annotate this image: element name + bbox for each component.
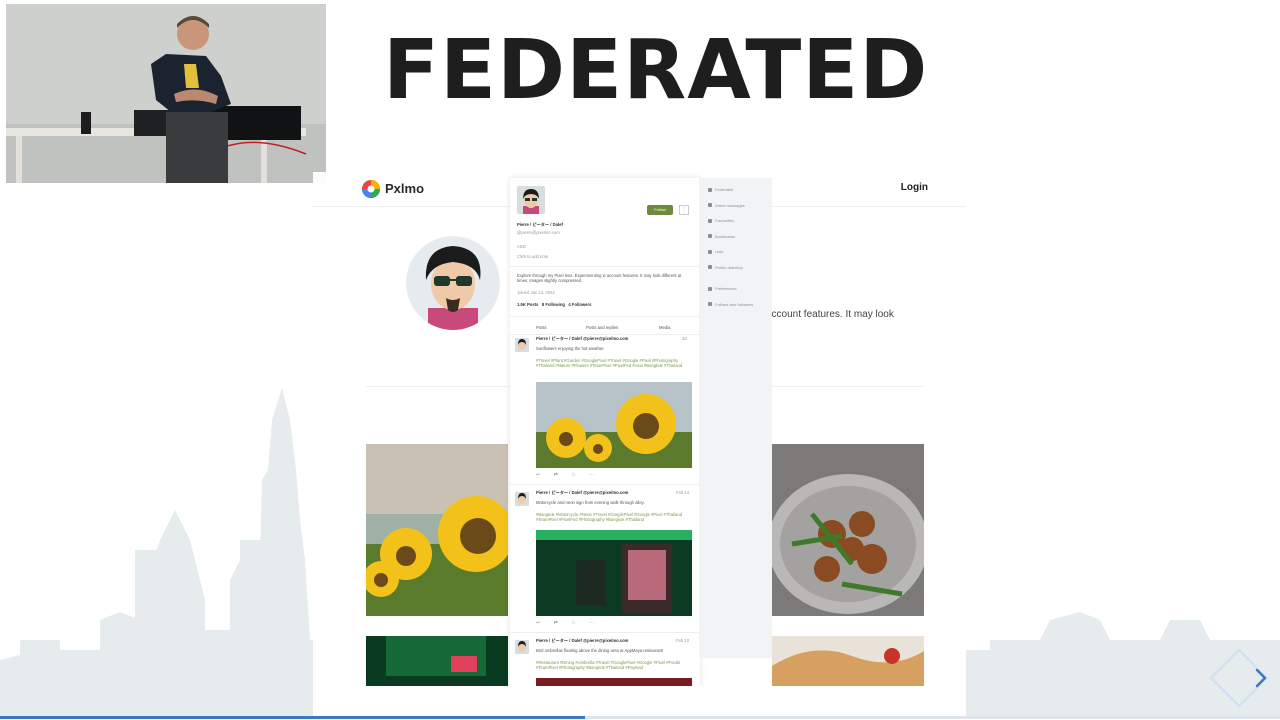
post-text: Sunflowers enjoying the hot weather. [536, 346, 605, 351]
post-time[interactable]: Feb 10 [676, 638, 689, 643]
post-text: Motorcycle and neon sign from evening wa… [536, 500, 645, 505]
app-name: Pxlmo [385, 181, 425, 196]
post-image-sunflower[interactable] [536, 382, 692, 468]
post-author-avatar[interactable] [515, 338, 529, 352]
post-image-neon-alley[interactable] [536, 530, 692, 616]
tab-media[interactable]: Media [659, 325, 670, 330]
mobile-profile-avatar [517, 186, 545, 214]
mobile-handle: @pierre@pixelmo.com [517, 230, 560, 235]
slide-title: FEDERATED [383, 23, 929, 118]
post-hashtags[interactable]: #Bangkok #Motorcycle #Neon #Travel #Goog… [536, 512, 694, 522]
mobile-divider [510, 316, 700, 317]
speaker-scene [6, 4, 326, 183]
at-icon [708, 203, 712, 208]
nav-federated[interactable]: Federated [699, 182, 772, 198]
profile-avatar [406, 236, 500, 330]
mobile-divider [510, 484, 700, 485]
post-time[interactable]: Feb 14 [676, 490, 689, 495]
login-link[interactable]: Login [901, 182, 928, 193]
nav-favourites[interactable]: Favourites [699, 213, 772, 229]
list-icon [708, 249, 712, 254]
nav-lists[interactable]: Lists [699, 244, 772, 260]
mobile-bio: Explore through my Pixel lens. Experimen… [517, 273, 682, 284]
mobile-display-name: Pierre / ピーター / Dalef [517, 222, 563, 227]
bookmark-icon [708, 234, 712, 239]
grid-photo-sunflowers[interactable] [366, 444, 508, 616]
post-image-umbrellas[interactable] [536, 678, 692, 686]
mobile-divider [510, 632, 700, 633]
nav-bookmarks[interactable]: Bookmarks [699, 229, 772, 245]
nav-direct-messages[interactable]: Direct messages [699, 198, 772, 214]
nav-preferences[interactable]: Preferences [699, 281, 772, 297]
post-author-avatar[interactable] [515, 492, 529, 506]
users-icon [708, 302, 712, 307]
grid-photo-noodles[interactable] [772, 636, 924, 686]
speaker-webcam-video [6, 4, 326, 183]
tab-posts-and-replies[interactable]: Posts and replies [586, 325, 618, 330]
globe-icon [708, 187, 712, 192]
grid-photo-food[interactable] [772, 444, 924, 616]
nav-profile-directory[interactable]: Profile directory [699, 260, 772, 276]
mobile-label-line: ADD [517, 244, 526, 249]
next-slide-chevron-icon[interactable] [1205, 648, 1275, 710]
follow-button[interactable]: Follow [647, 205, 673, 215]
nav-follows-and-followers[interactable]: Follows and followers [699, 297, 772, 313]
pixelfed-logo-icon [362, 180, 380, 198]
post-actions[interactable]: ↩ ⇄ ☆ ⋯ [536, 620, 600, 626]
post-time[interactable]: 3d [682, 336, 687, 341]
post-author[interactable]: Pierre / ピーター / Dalef @pierre@pixelmo.co… [536, 490, 628, 495]
mobile-divider [510, 334, 700, 335]
post-text: Bird umbrellas floating above the dining… [536, 648, 664, 653]
mobile-divider [510, 266, 700, 267]
post-author[interactable]: Pierre / ピーター / Dalef @pierre@pixelmo.co… [536, 638, 628, 643]
directory-icon [708, 265, 712, 270]
profile-bio-text: account features. It may look [766, 309, 894, 320]
more-options-button[interactable]: ⋮ [679, 205, 689, 215]
pixelfed-profile-screenshot: Pxlmo Login account features. It may loo… [313, 172, 966, 686]
mobile-stats: 1.5K Posts 8 Following 4 Followers [517, 302, 592, 307]
post-hashtags[interactable]: #Restaurant #Dining #Umbrella #Travel #G… [536, 660, 694, 670]
gear-icon [708, 286, 712, 291]
mobile-joined-date: Joined Jan 13, 2024 [517, 290, 555, 295]
post-author-avatar[interactable] [515, 640, 529, 654]
add-note-link[interactable]: Click to add note [517, 254, 548, 259]
post-author[interactable]: Pierre / ピーター / Dalef @pierre@pixelmo.co… [536, 336, 628, 341]
mobile-side-navigation: Federated Direct messages Favourites Boo… [699, 178, 772, 658]
star-icon [708, 218, 712, 223]
post-hashtags[interactable]: #Travel #Plant #Garden #GooglePixel #Tra… [536, 358, 694, 368]
mobile-profile-screenshot: Follow ⋮ Pierre / ピーター / Dalef @pierre@p… [510, 178, 700, 686]
tab-posts[interactable]: Posts [536, 325, 546, 330]
slide-progress-bar [0, 716, 585, 719]
post-actions[interactable]: ↩ ⇄ ☆ ⋯ [536, 472, 600, 478]
grid-photo-neon[interactable] [366, 636, 508, 686]
